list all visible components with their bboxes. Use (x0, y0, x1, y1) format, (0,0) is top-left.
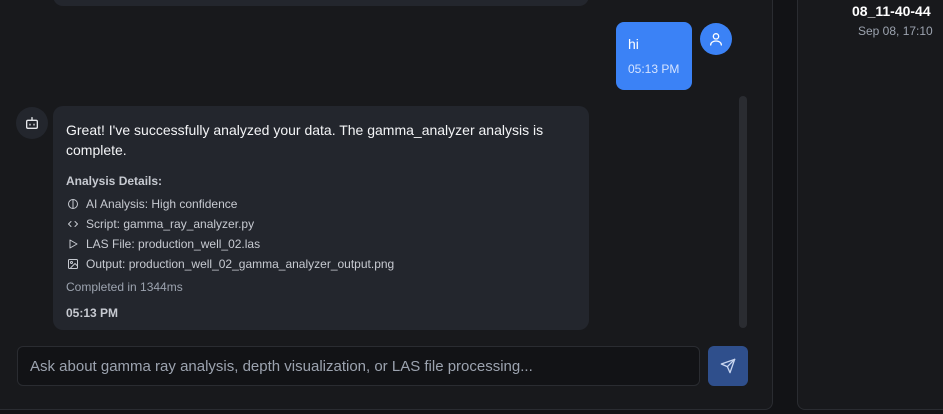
detail-script: Script: gamma_ray_analyzer.py (66, 214, 576, 234)
code-icon (66, 217, 80, 231)
bot-avatar (16, 107, 48, 139)
session-title[interactable]: 08_11-40-44 (852, 3, 931, 19)
bot-message-time: 05:13 PM (66, 306, 119, 320)
analysis-details-title: Analysis Details: (66, 174, 163, 188)
previous-message-bubble (53, 0, 589, 6)
send-icon (720, 358, 736, 374)
detail-label: Script: gamma_ray_analyzer.py (86, 217, 255, 231)
detail-output: Output: production_well_02_gamma_analyze… (66, 254, 576, 274)
completed-duration: Completed in 1344ms (66, 280, 183, 294)
analysis-details-list: AI Analysis: High confidence Script: gam… (66, 194, 576, 274)
bot-message-bubble: Great! I've successfully analyzed your d… (53, 106, 589, 330)
user-message-text: hi (628, 36, 639, 52)
send-button[interactable] (708, 346, 748, 386)
detail-label: AI Analysis: High confidence (86, 197, 238, 211)
detail-ai-analysis: AI Analysis: High confidence (66, 194, 576, 214)
detail-las-file: LAS File: production_well_02.las (66, 234, 576, 254)
bot-message-text: Great! I've successfully analyzed your d… (66, 122, 544, 158)
image-icon (66, 257, 80, 271)
user-icon (710, 33, 722, 46)
brain-icon (66, 197, 80, 211)
session-date: Sep 08, 17:10 (858, 24, 933, 38)
chat-panel: hi 05:13 PM Great! I've successfully ana… (0, 0, 773, 410)
detail-label: LAS File: production_well_02.las (86, 237, 261, 251)
user-avatar (700, 23, 732, 55)
bot-icon (26, 117, 38, 129)
session-side-panel (797, 0, 943, 410)
chat-scrollbar[interactable] (739, 96, 747, 328)
user-message-time: 05:13 PM (628, 62, 680, 76)
user-message-bubble: hi 05:13 PM (616, 22, 692, 90)
play-icon (66, 237, 80, 251)
detail-label: Output: production_well_02_gamma_analyze… (86, 257, 395, 271)
chat-input[interactable] (17, 346, 700, 386)
